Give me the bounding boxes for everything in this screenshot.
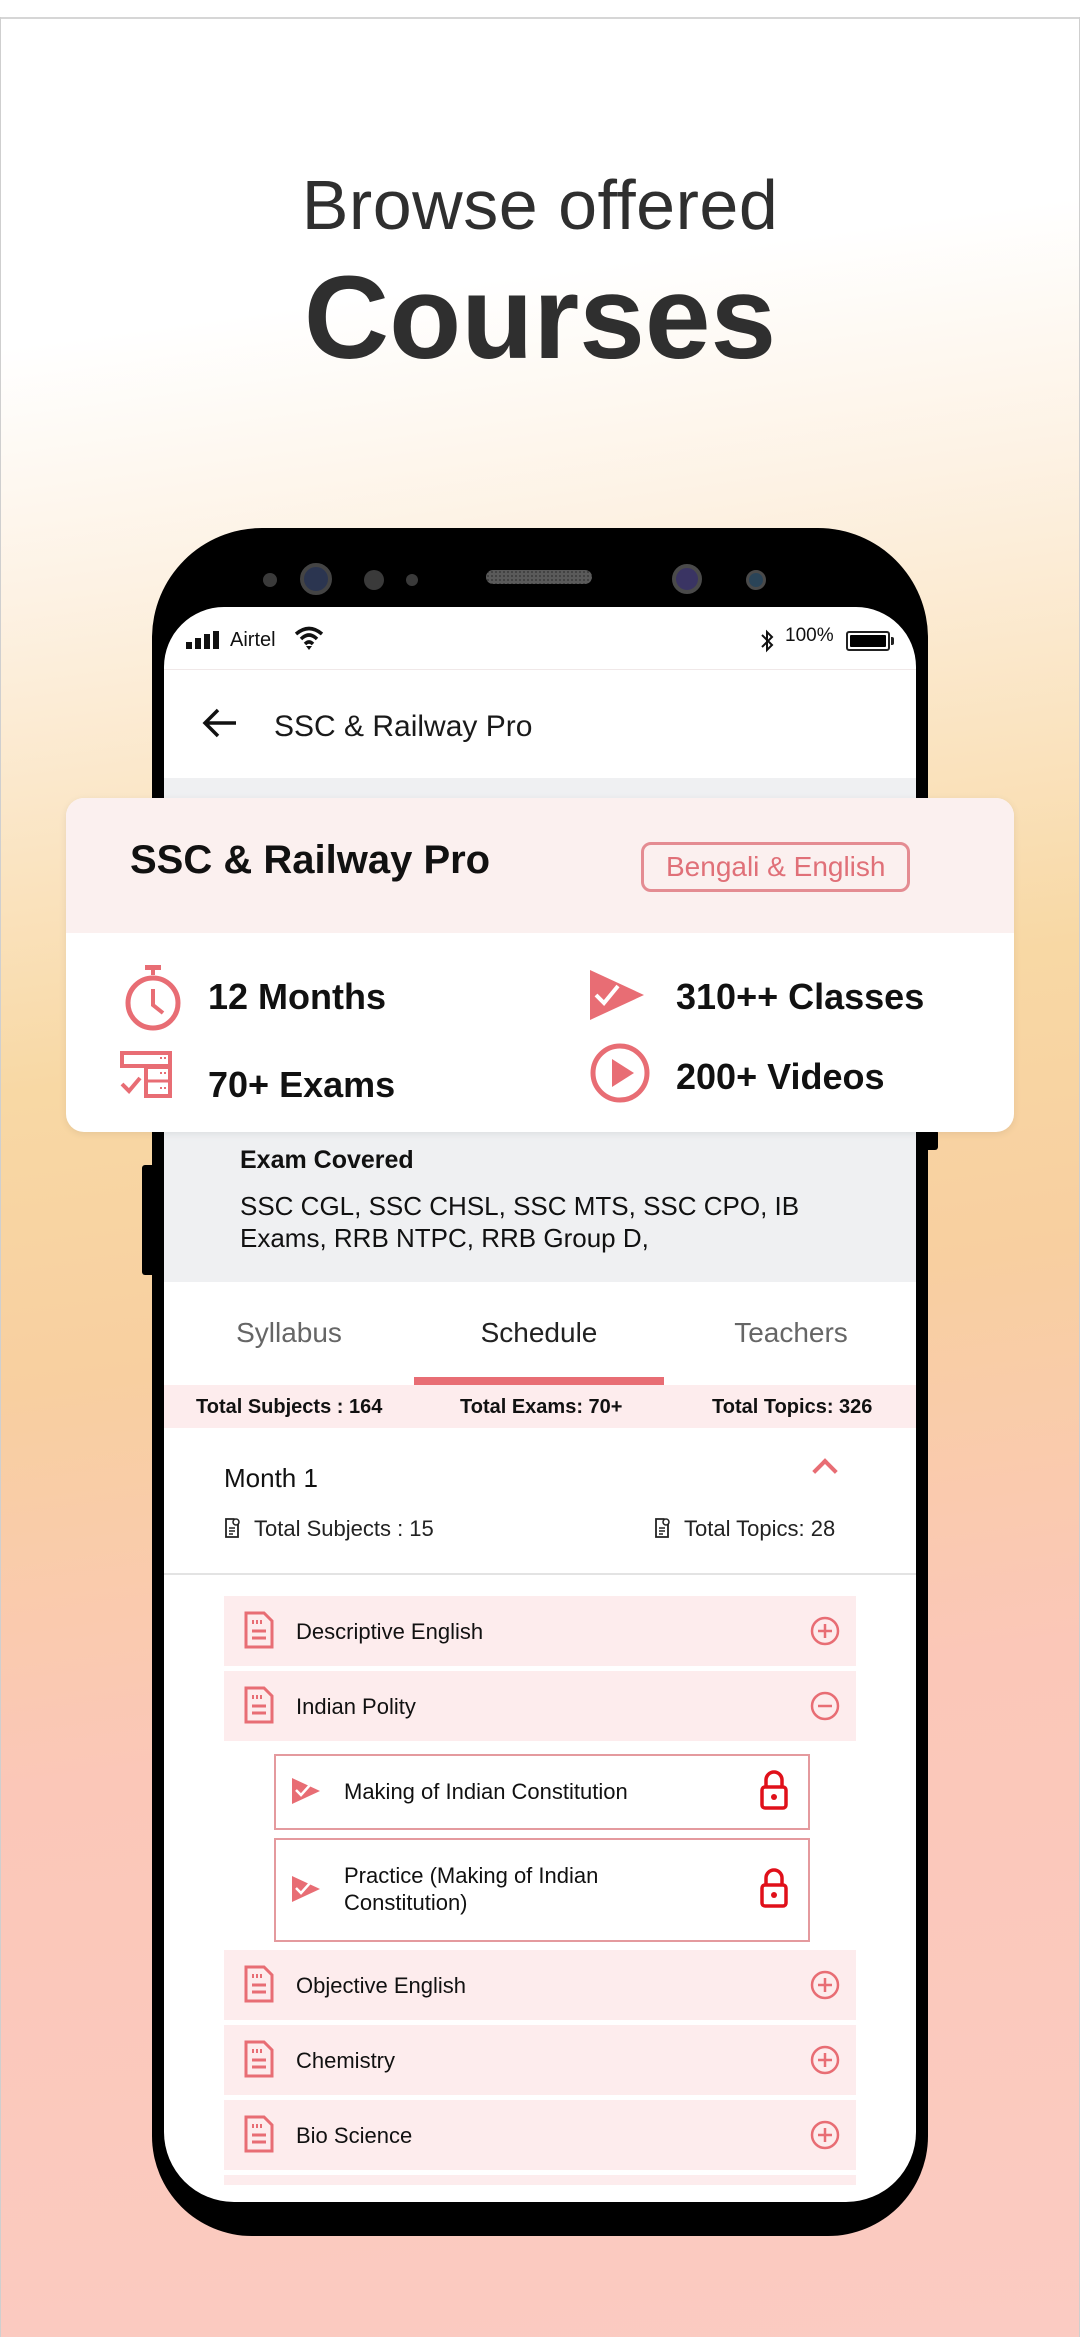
topic-row[interactable]: Practice (Making of Indian Constitution) xyxy=(274,1838,810,1942)
front-camera-icon xyxy=(300,563,332,595)
bluetooth-icon xyxy=(760,629,774,659)
tab-bar: Syllabus Schedule Teachers xyxy=(164,1297,916,1367)
subject-document-icon xyxy=(244,1965,274,2008)
class-play-check-icon xyxy=(290,1874,322,1909)
month-total-topics-label: Total Topics: 28 xyxy=(684,1516,836,1541)
chevron-up-icon[interactable] xyxy=(812,1458,838,1484)
plus-circle-icon[interactable] xyxy=(810,2045,840,2075)
topic-label: Practice (Making of Indian Constitution) xyxy=(344,1863,599,1915)
plus-circle-icon[interactable] xyxy=(810,1970,840,2000)
exam-checklist-icon xyxy=(118,1050,174,1103)
month-total-subjects-label: Total Subjects : 15 xyxy=(254,1516,434,1541)
earpiece-speaker xyxy=(486,570,592,584)
proximity-sensor xyxy=(746,570,766,590)
sensor-dot xyxy=(364,570,384,590)
stat-videos: 200+ Videos xyxy=(676,1056,885,1097)
exam-covered-text: SSC CGL, SSC CHSL, SSC MTS, SSC CPO, IB … xyxy=(240,1191,800,1253)
tab-syllabus[interactable]: Syllabus xyxy=(164,1317,414,1349)
subject-document-icon xyxy=(244,1611,274,1654)
document-search-icon xyxy=(224,1517,242,1545)
promo-title: Courses xyxy=(303,252,777,384)
iris-camera-icon xyxy=(672,564,702,594)
subject-row[interactable]: Bio Science xyxy=(224,2100,856,2170)
month-section-header[interactable]: Month 1 Total Subjects : 15 Total Topics… xyxy=(164,1428,916,1578)
course-title: SSC & Railway Pro xyxy=(130,838,491,882)
subject-row[interactable]: Indian Polity xyxy=(224,1671,856,1741)
plus-circle-icon[interactable] xyxy=(810,2120,840,2150)
stat-duration: 12 Months xyxy=(208,976,387,1017)
course-card-header: SSC & Railway Pro Bengali & English xyxy=(66,798,1014,933)
topic-row[interactable]: Making of Indian Constitution xyxy=(274,1754,810,1830)
plus-circle-icon[interactable] xyxy=(810,1616,840,1646)
class-play-check-icon xyxy=(290,1776,322,1811)
month-title: Month 1 xyxy=(224,1463,318,1493)
wifi-icon xyxy=(294,625,324,657)
play-circle-icon xyxy=(589,1042,651,1109)
topic-label: Making of Indian Constitution xyxy=(344,1779,628,1804)
exam-covered-title: Exam Covered xyxy=(240,1146,414,1174)
subject-document-icon xyxy=(244,1686,274,1729)
signal-icon xyxy=(186,631,220,655)
totals-bar: Total Subjects : 164 Total Exams: 70+ To… xyxy=(164,1385,916,1428)
status-bar: Airtel 100% xyxy=(164,607,916,669)
carrier-name: Airtel xyxy=(230,629,276,651)
subject-label: Chemistry xyxy=(296,2048,396,2073)
subject-row[interactable]: Chemistry xyxy=(224,2025,856,2095)
class-play-check-icon xyxy=(588,968,646,1027)
month-total-subjects: Total Subjects : 15 xyxy=(224,1516,434,1545)
total-topics: Total Topics: 326 xyxy=(712,1396,873,1418)
stopwatch-icon xyxy=(121,963,185,1036)
tab-teachers[interactable]: Teachers xyxy=(666,1317,916,1349)
total-exams: Total Exams: 70+ xyxy=(460,1396,623,1418)
app-bar-title: SSC & Railway Pro xyxy=(274,710,533,743)
sensor-dot xyxy=(263,573,277,587)
active-tab-indicator xyxy=(414,1377,664,1385)
month-total-topics: Total Topics: 28 xyxy=(654,1516,835,1545)
stat-classes: 310++ Classes xyxy=(676,976,925,1017)
subject-row-partial xyxy=(224,2175,856,2185)
subject-label: Objective English xyxy=(296,1973,466,1998)
promo-subtitle: Browse offered xyxy=(301,166,779,244)
language-badge: Bengali & English xyxy=(641,842,911,892)
subject-document-icon xyxy=(244,2115,274,2158)
minus-circle-icon[interactable] xyxy=(810,1691,840,1721)
arrow-left-icon[interactable] xyxy=(202,706,238,748)
subject-label: Indian Polity xyxy=(296,1694,416,1719)
lock-icon xyxy=(760,1868,788,1913)
exam-covered-section: Exam Covered SSC CGL, SSC CHSL, SSC MTS,… xyxy=(164,1132,916,1282)
tab-schedule[interactable]: Schedule xyxy=(414,1317,664,1349)
month-divider xyxy=(164,1573,916,1575)
document-search-icon xyxy=(654,1517,672,1545)
battery-percent: 100% xyxy=(785,625,834,646)
course-summary-card: SSC & Railway Pro Bengali & English 12 M… xyxy=(66,798,1014,1132)
subject-row[interactable]: Descriptive English xyxy=(224,1596,856,1666)
sensor-dot xyxy=(406,574,418,586)
subject-label: Bio Science xyxy=(296,2123,413,2148)
frame-top-border xyxy=(0,17,1080,19)
subject-document-icon xyxy=(244,2040,274,2083)
battery-icon xyxy=(846,631,894,651)
stat-exams: 70+ Exams xyxy=(208,1064,396,1105)
lock-icon xyxy=(760,1770,788,1815)
app-bar: SSC & Railway Pro xyxy=(164,670,916,785)
subject-row[interactable]: Objective English xyxy=(224,1950,856,2020)
subject-label: Descriptive English xyxy=(296,1619,484,1644)
total-subjects: Total Subjects : 164 xyxy=(196,1396,383,1418)
